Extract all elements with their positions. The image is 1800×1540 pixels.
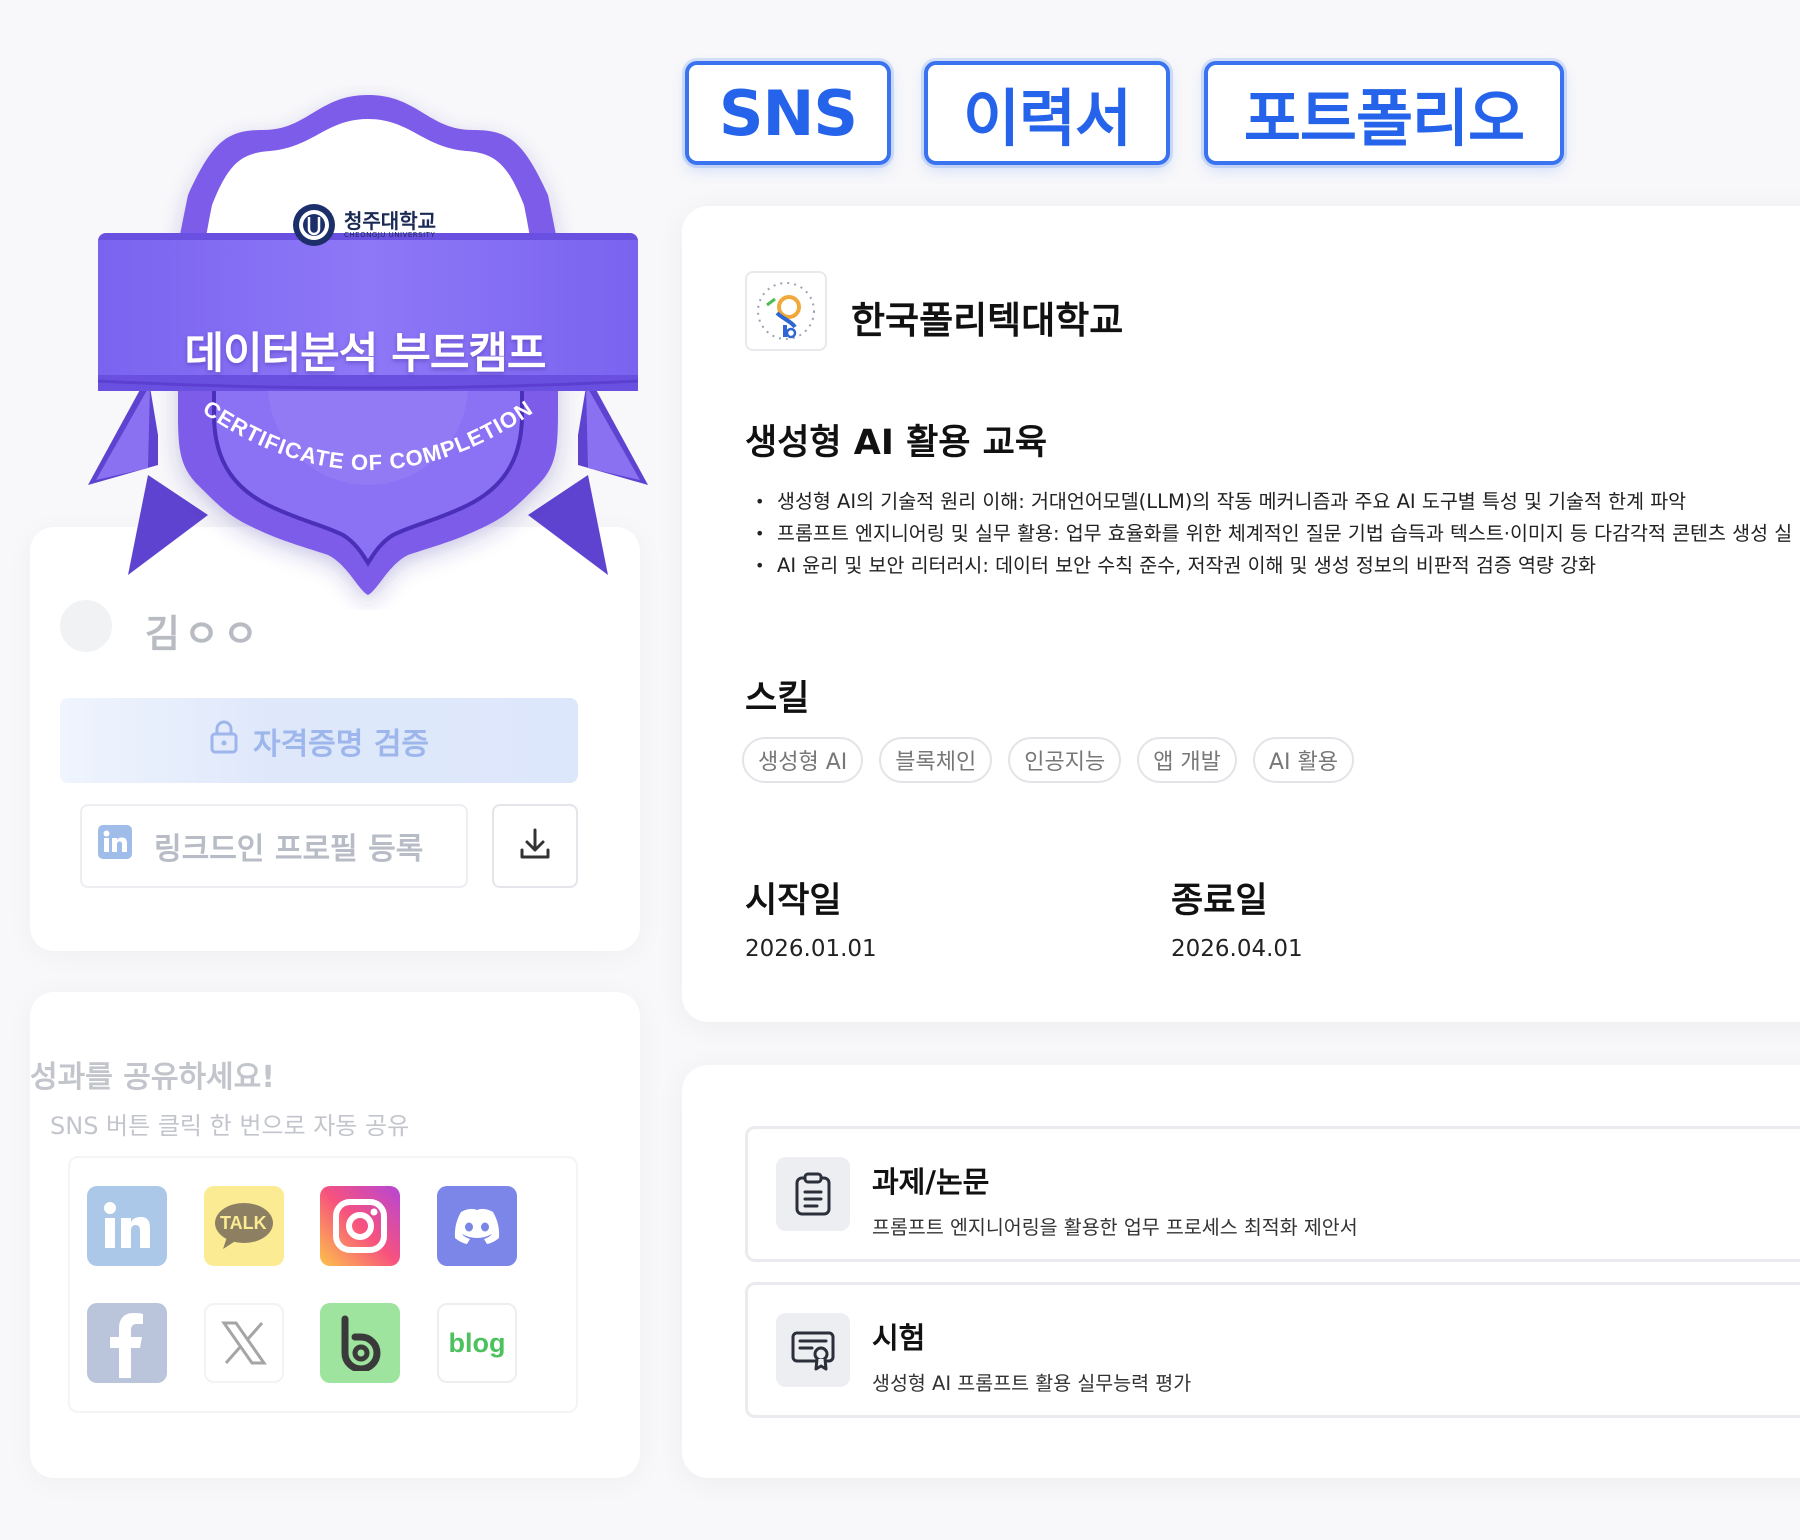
skill-chip: 앱 개발 — [1137, 737, 1237, 783]
linkedin-label: 링크드인 프로필 등록 — [154, 832, 424, 867]
skill-chip: AI 활용 — [1252, 737, 1354, 783]
share-title: 성과를 공유하세요! — [30, 1060, 275, 1095]
share-subtitle: SNS 버튼 클릭 한 번으로 자동 공유 — [50, 1112, 410, 1140]
course-title: 생성형 AI 활용 교육 — [745, 423, 1048, 463]
assignment-title: 과제/논문 — [872, 1165, 990, 1199]
x-share-icon[interactable] — [204, 1303, 284, 1383]
exam-item[interactable]: 시험 생성형 AI 프롬프트 활용 실무능력 평가 — [745, 1282, 1800, 1418]
band-share-icon[interactable] — [320, 1303, 400, 1383]
start-date-label: 시작일 — [745, 881, 842, 921]
list-item: 생성형 AI의 기술적 원리 이해: 거대언어모델(LLM)의 작동 메커니즘과… — [755, 486, 1800, 518]
skills-heading: 스킬 — [745, 679, 810, 719]
exam-title: 시험 — [872, 1321, 926, 1355]
skill-chip: 생성형 AI — [742, 737, 864, 783]
badge-title: 데이터분석 부트캠프 — [184, 329, 546, 379]
end-date-label: 종료일 — [1171, 881, 1268, 921]
blog-share-icon[interactable]: blog — [437, 1303, 517, 1383]
assignment-description: 프롬프트 엔지니어링을 활용한 업무 프로세스 최적화 제안서 — [872, 1216, 1358, 1239]
university-logo: 청주대학교 CHEONGJU UNIVERSITY — [292, 203, 436, 247]
exam-description: 생성형 AI 프롬프트 활용 실무능력 평가 — [872, 1372, 1192, 1395]
blog-label: blog — [448, 1327, 506, 1358]
course-description-list: 생성형 AI의 기술적 원리 이해: 거대언어모델(LLM)의 작동 메커니즘과… — [755, 486, 1800, 582]
verify-label: 자격증명 검증 — [252, 726, 430, 762]
organization-logo — [745, 271, 827, 351]
verify-credential-button[interactable]: 자격증명 검증 — [60, 698, 578, 783]
university-name-ko: 청주대학교 — [344, 209, 436, 233]
university-emblem-icon — [293, 204, 335, 246]
university-name-en: CHEONGJU UNIVERSITY — [344, 231, 436, 239]
tag-sns[interactable]: SNS — [685, 61, 891, 165]
clipboard-icon — [776, 1157, 850, 1231]
kakaotalk-label: TALK — [220, 1213, 267, 1233]
facebook-share-icon[interactable] — [87, 1303, 167, 1383]
discord-share-icon[interactable] — [437, 1186, 517, 1266]
download-button[interactable] — [492, 804, 578, 888]
skill-chip-list: 생성형 AI 블록체인 인공지능 앱 개발 AI 활용 — [742, 737, 1354, 783]
tag-portfolio[interactable]: 포트폴리오 — [1204, 61, 1564, 165]
profile-name: 김ㅇㅇ — [145, 612, 262, 656]
list-item: AI 윤리 및 보안 리터러시: 데이터 보안 수칙 준수, 저작권 이해 및 … — [755, 550, 1800, 582]
kakaotalk-share-icon[interactable]: TALK — [204, 1186, 284, 1266]
instagram-share-icon[interactable] — [320, 1186, 400, 1266]
linkedin-icon — [98, 825, 132, 867]
start-date-value: 2026.01.01 — [745, 936, 877, 962]
skill-chip: 인공지능 — [1008, 737, 1122, 783]
organization-name: 한국폴리텍대학교 — [851, 299, 1124, 342]
end-date-value: 2026.04.01 — [1171, 936, 1303, 962]
tag-resume[interactable]: 이력서 — [924, 61, 1170, 165]
list-item: 프롬프트 엔지니어링 및 실무 활용: 업무 효율화를 위한 체계적인 질문 기… — [755, 518, 1800, 550]
linkedin-share-icon[interactable] — [87, 1186, 167, 1266]
lock-icon — [209, 720, 239, 762]
skill-chip: 블록체인 — [879, 737, 993, 783]
linkedin-register-button[interactable]: 링크드인 프로필 등록 — [80, 804, 468, 888]
download-icon — [517, 826, 553, 866]
assignment-item[interactable]: 과제/논문 프롬프트 엔지니어링을 활용한 업무 프로세스 최적화 제안서 — [745, 1126, 1800, 1262]
certificate-icon — [776, 1313, 850, 1387]
